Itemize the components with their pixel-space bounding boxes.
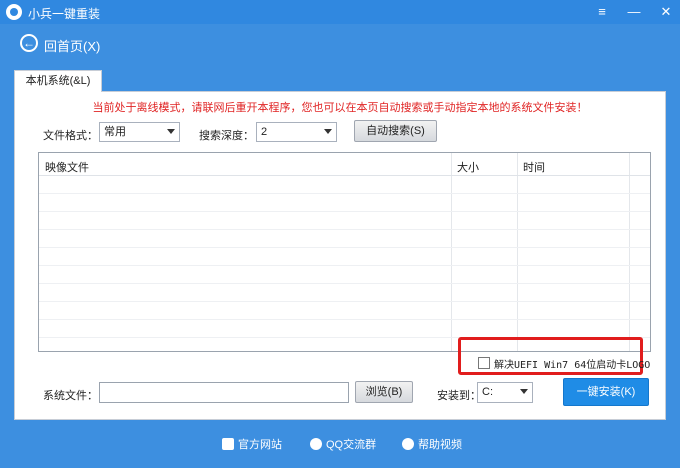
install-to-select[interactable]: C: [477, 382, 533, 403]
search-depth-label: 搜索深度： [199, 130, 254, 142]
home-icon [222, 438, 234, 450]
row-line [39, 247, 650, 248]
app-logo-icon [6, 4, 22, 20]
footer-qq-group[interactable]: QQ交流群 [310, 436, 376, 452]
file-format-value: 常用 [104, 126, 126, 138]
one-click-install-button[interactable]: 一键安装(K) [563, 378, 649, 406]
footer-link-label: 官方网站 [238, 439, 282, 451]
title-bar [0, 0, 680, 24]
footer-link-label: QQ交流群 [326, 439, 377, 451]
column-divider [451, 153, 452, 351]
chevron-down-icon [324, 129, 332, 134]
nav-bar [0, 24, 680, 64]
install-to-label: 安装到： [437, 390, 481, 402]
file-format-select[interactable]: 常用 [99, 122, 180, 142]
uefi-logo-checkbox[interactable] [478, 357, 490, 369]
close-icon[interactable]: ✕ [650, 0, 680, 24]
search-depth-select[interactable]: 2 [256, 122, 337, 142]
search-depth-value: 2 [261, 126, 268, 138]
offline-notice: 当前处于离线模式，请联网后重开本程序，您也可以在本页自动搜索或手动指定本地的系统… [92, 102, 588, 114]
tab-local-system[interactable]: 本机系统(&L) [14, 70, 102, 92]
install-to-value: C: [482, 386, 493, 398]
footer-official-site[interactable]: 官方网站 [222, 436, 282, 452]
row-line [39, 301, 650, 302]
uefi-logo-label[interactable]: 解决UEFI Win7 64位启动卡LOGO [494, 356, 650, 371]
chevron-down-icon [520, 389, 528, 394]
column-image-file[interactable]: 映像文件 [45, 159, 89, 175]
column-divider [629, 153, 630, 351]
browse-button[interactable]: 浏览(B) [355, 381, 413, 403]
column-size[interactable]: 大小 [457, 159, 479, 175]
footer-help-video[interactable]: 帮助视频 [402, 436, 462, 452]
row-line [39, 229, 650, 230]
row-line [39, 265, 650, 266]
file-format-label: 文件格式： [43, 130, 98, 142]
help-icon [402, 438, 414, 450]
row-line [39, 211, 650, 212]
column-divider [517, 153, 518, 351]
row-line [39, 319, 650, 320]
image-file-list[interactable]: 映像文件 大小 时间 [38, 152, 651, 352]
system-file-label: 系统文件： [43, 390, 98, 402]
minimize-icon[interactable]: — [618, 0, 650, 24]
footer-link-label: 帮助视频 [418, 439, 462, 451]
chevron-down-icon [167, 129, 175, 134]
column-time[interactable]: 时间 [523, 159, 545, 175]
qq-icon [310, 438, 322, 450]
row-line [39, 283, 650, 284]
auto-search-button[interactable]: 自动搜索(S) [354, 120, 437, 142]
system-file-input[interactable] [99, 382, 349, 403]
app-title: 小兵一键重装 [28, 7, 101, 21]
menu-icon[interactable]: ≡ [586, 0, 618, 24]
back-arrow-icon[interactable]: ← [20, 34, 38, 52]
header-divider [39, 175, 650, 176]
back-home-button[interactable]: 回首页(X) [44, 36, 100, 55]
row-line [39, 193, 650, 194]
